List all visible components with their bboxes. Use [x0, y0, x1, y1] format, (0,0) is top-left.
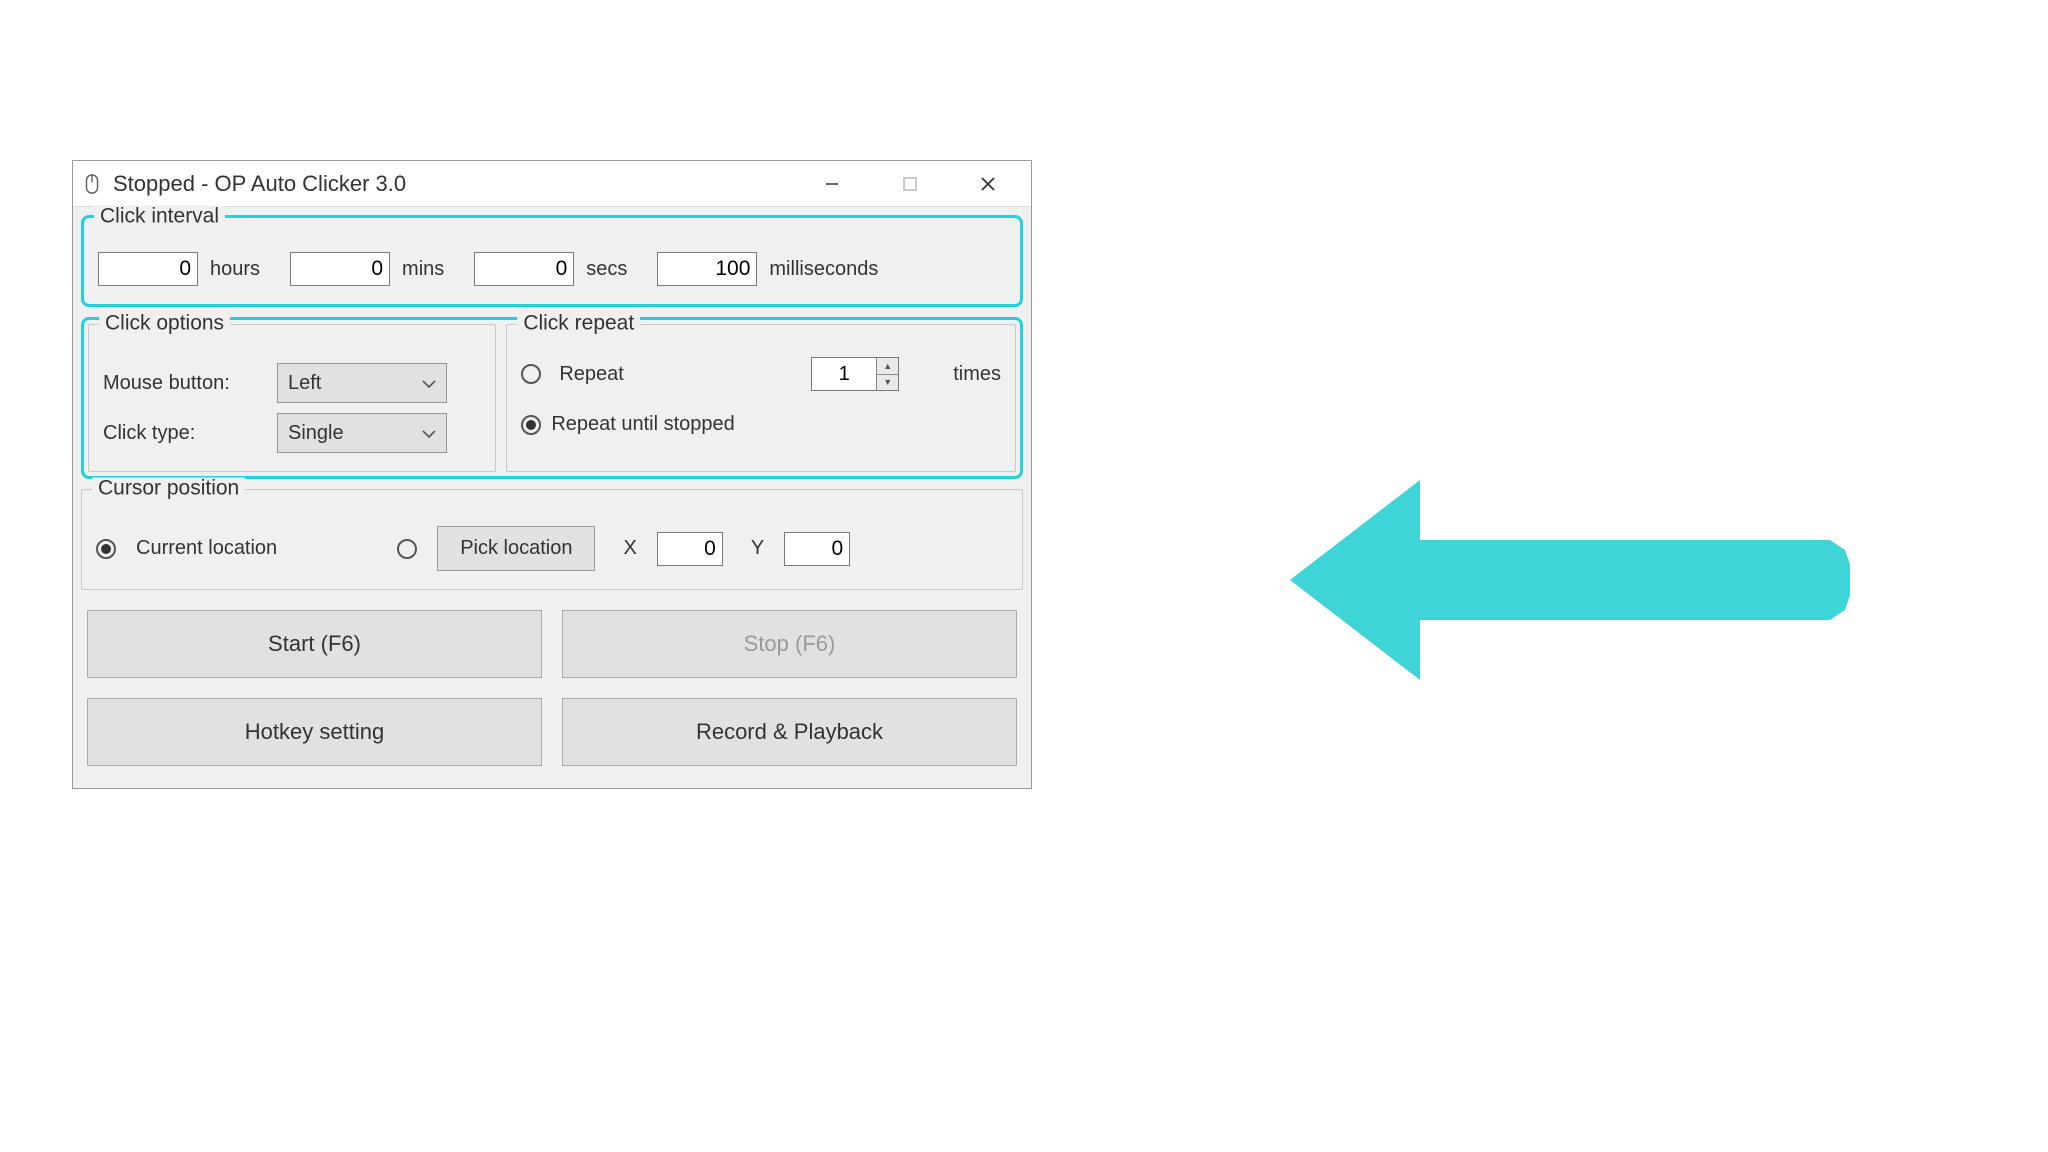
stop-button[interactable]: Stop (F6)	[562, 610, 1017, 678]
start-button[interactable]: Start (F6)	[87, 610, 542, 678]
arrow-left-icon	[1290, 470, 1850, 690]
label-current-location: Current location	[136, 537, 277, 560]
label-y: Y	[751, 537, 764, 560]
close-button[interactable]	[961, 161, 1015, 207]
label-hours: hours	[210, 258, 260, 281]
group-click-options: Click options Mouse button: Left Click t…	[88, 324, 496, 472]
x-input[interactable]	[657, 532, 723, 566]
row-click-type: Click type: Single	[103, 413, 481, 453]
radio-repeat[interactable]	[521, 364, 541, 384]
group-click-repeat: Click repeat Repeat ▲ ▼ times	[506, 324, 1016, 472]
client-area: Click interval hours mins secs milliseco…	[73, 207, 1031, 788]
group-click-interval: Click interval hours mins secs milliseco…	[81, 215, 1023, 307]
hours-input[interactable]	[98, 252, 198, 286]
spinner-arrows[interactable]: ▲ ▼	[876, 358, 898, 390]
legend-cursor-position: Cursor position	[92, 478, 245, 499]
radio-current-location[interactable]	[96, 539, 116, 559]
action-buttons: Start (F6) Stop (F6) Hotkey setting Reco…	[81, 600, 1023, 780]
label-repeat: Repeat	[559, 363, 624, 386]
group-cursor-position: Cursor position Current location Pick lo…	[81, 489, 1023, 590]
app-window: Stopped - OP Auto Clicker 3.0 Click inte…	[72, 160, 1032, 789]
combo-click-type[interactable]: Single	[277, 413, 447, 453]
label-x: X	[623, 537, 636, 560]
label-click-type: Click type:	[103, 422, 263, 445]
minimize-button[interactable]	[805, 161, 859, 207]
label-repeat-until: Repeat until stopped	[551, 413, 734, 436]
label-secs: secs	[586, 258, 627, 281]
maximize-button[interactable]	[883, 161, 937, 207]
radio-pick-location[interactable]	[397, 539, 417, 559]
chevron-down-icon	[422, 422, 436, 445]
row-repeat-until: Repeat until stopped	[521, 413, 1001, 436]
window-title: Stopped - OP Auto Clicker 3.0	[113, 171, 406, 197]
ms-input[interactable]	[657, 252, 757, 286]
options-repeat-highlight: Click options Mouse button: Left Click t…	[81, 317, 1023, 479]
row-repeat-count: Repeat ▲ ▼ times	[521, 357, 1001, 391]
label-times: times	[953, 363, 1001, 386]
chevron-down-icon	[422, 372, 436, 395]
combo-mouse-button[interactable]: Left	[277, 363, 447, 403]
mouse-icon	[81, 173, 103, 195]
label-mins: mins	[402, 258, 444, 281]
repeat-count-input[interactable]	[812, 358, 876, 390]
arrow-annotation	[1290, 470, 1850, 690]
titlebar-controls	[805, 161, 1023, 207]
spinner-repeat-count[interactable]: ▲ ▼	[811, 357, 899, 391]
interval-row: hours mins secs milliseconds	[98, 252, 1006, 286]
label-ms: milliseconds	[769, 258, 878, 281]
hotkey-setting-button[interactable]: Hotkey setting	[87, 698, 542, 766]
combo-type-value: Single	[288, 422, 344, 445]
y-input[interactable]	[784, 532, 850, 566]
mins-input[interactable]	[290, 252, 390, 286]
pick-location-button[interactable]: Pick location	[437, 526, 595, 571]
radio-repeat-until[interactable]	[521, 415, 541, 435]
label-mouse-button: Mouse button:	[103, 372, 263, 395]
legend-click-options: Click options	[99, 313, 230, 334]
spinner-down-icon[interactable]: ▼	[877, 374, 898, 391]
record-playback-button[interactable]: Record & Playback	[562, 698, 1017, 766]
legend-click-repeat: Click repeat	[517, 313, 640, 334]
row-mouse-button: Mouse button: Left	[103, 363, 481, 403]
titlebar: Stopped - OP Auto Clicker 3.0	[73, 161, 1031, 207]
legend-click-interval: Click interval	[94, 206, 225, 227]
cursor-row: Current location Pick location X Y	[96, 526, 1008, 571]
combo-mouse-value: Left	[288, 372, 321, 395]
spinner-up-icon[interactable]: ▲	[877, 358, 898, 374]
secs-input[interactable]	[474, 252, 574, 286]
